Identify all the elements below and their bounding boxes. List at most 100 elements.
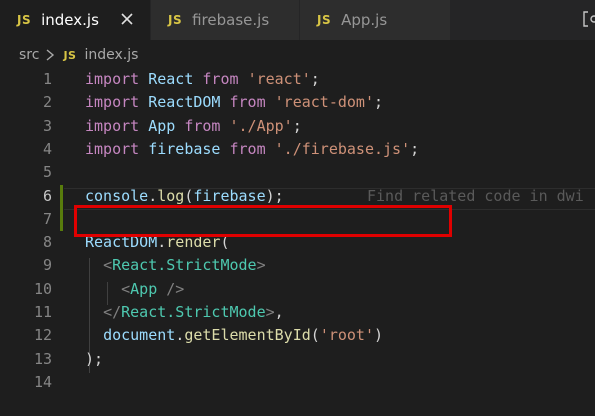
code-token: ; — [292, 116, 302, 135]
code-token: import — [85, 116, 140, 135]
line-number: 3 — [42, 116, 52, 135]
code-token: /> — [166, 279, 185, 298]
code-line[interactable]: 12 document.getElementById('root') — [0, 324, 595, 347]
code-editor[interactable]: 1 import React from 'react'; 2 import React… — [0, 68, 595, 416]
tab-label: index.js — [41, 11, 99, 29]
code-token: React.StrictMode — [121, 303, 266, 321]
code-token: App — [148, 116, 176, 135]
code-line[interactable]: 5 — [0, 161, 595, 184]
code-line[interactable]: 4 import firebase from './firebase.js'; — [0, 138, 595, 161]
line-number: 1 — [42, 70, 52, 88]
code-token: './firebase.js' — [274, 139, 411, 158]
code-token: from — [202, 70, 239, 88]
split-editor-icon[interactable] — [582, 10, 595, 28]
code-token: , — [274, 303, 284, 321]
code-token: ; — [310, 70, 320, 88]
code-text: ); — [85, 348, 103, 371]
code-token: 'react-dom' — [274, 93, 374, 112]
code-token: ( — [310, 326, 320, 345]
code-token: React.StrictMode — [112, 256, 257, 275]
js-file-icon: JS — [17, 13, 32, 27]
chevron-right-icon — [47, 49, 55, 61]
tab-app-js[interactable]: JS App.js — [300, 0, 450, 40]
code-line[interactable]: 3 import App from './App'; — [0, 115, 595, 138]
js-file-icon: JS — [168, 13, 183, 27]
tab-label: App.js — [341, 11, 388, 29]
code-token: document — [103, 326, 176, 345]
breadcrumb-folder[interactable]: src — [19, 47, 39, 63]
breadcrumb: src JS index.js — [0, 40, 595, 70]
code-token: ); — [85, 349, 104, 368]
code-line[interactable]: 10 <App /> — [0, 278, 595, 301]
code-text: import ReactDOM from 'react-dom'; — [85, 91, 383, 114]
line-number: 12 — [33, 326, 52, 345]
code-token: ); — [265, 186, 284, 205]
code-token: from — [229, 139, 266, 158]
code-line[interactable]: 2 import ReactDOM from 'react-dom'; — [0, 91, 595, 114]
code-token: 'root' — [319, 326, 374, 345]
editor-window: JS index.js JS firebase.js JS App.js src… — [0, 0, 595, 416]
code-text: <App /> — [85, 278, 184, 301]
code-token: import — [85, 139, 140, 158]
code-token: console — [85, 186, 149, 205]
code-token: './App' — [229, 116, 293, 135]
code-token: ) — [374, 326, 384, 345]
line-number: 10 — [33, 279, 52, 298]
code-token: 'react' — [247, 70, 311, 88]
code-token: log — [157, 186, 185, 205]
code-token: App — [130, 279, 158, 298]
code-token: </ — [103, 303, 122, 321]
code-token: React — [148, 70, 194, 88]
code-token: from — [184, 116, 221, 135]
code-token: import — [85, 70, 140, 88]
code-line[interactable]: 9 <React.StrictMode> — [0, 254, 595, 277]
js-file-icon: JS — [317, 13, 332, 27]
code-token: . — [148, 186, 158, 205]
line-number: 8 — [42, 233, 52, 252]
code-line[interactable]: 14 — [0, 371, 595, 394]
code-token: . — [175, 326, 185, 345]
annotation-highlight-box — [74, 205, 452, 237]
code-text: import App from './App'; — [85, 115, 302, 138]
code-text: <React.StrictMode> — [85, 254, 266, 277]
breadcrumb-file[interactable]: index.js — [84, 47, 138, 63]
line-number: 14 — [33, 372, 52, 391]
tab-index-js[interactable]: JS index.js — [0, 0, 150, 40]
code-line[interactable]: 1 import React from 'react'; — [0, 68, 595, 91]
line-number: 6 — [42, 186, 52, 205]
code-token: firebase — [193, 186, 266, 205]
code-line[interactable]: 11 </React.StrictMode>, — [0, 301, 595, 324]
close-icon[interactable] — [117, 9, 137, 29]
code-token: < — [103, 256, 113, 275]
line-number: 13 — [33, 349, 52, 368]
code-line[interactable]: 13); — [0, 348, 595, 371]
code-text: import firebase from './firebase.js'; — [85, 138, 419, 161]
code-token: > — [265, 303, 275, 321]
line-number: 2 — [42, 93, 52, 112]
line-number: 4 — [42, 139, 52, 158]
code-token: ReactDOM — [148, 93, 221, 112]
tab-label: firebase.js — [192, 11, 270, 29]
code-token: import — [85, 93, 140, 112]
code-token: > — [256, 256, 266, 275]
code-token: firebase — [148, 139, 221, 158]
code-token: from — [229, 93, 266, 112]
code-token: ; — [374, 93, 384, 112]
code-token: getElementById — [184, 326, 311, 345]
tab-firebase-js[interactable]: JS firebase.js — [151, 0, 299, 40]
tab-bar: JS index.js JS firebase.js JS App.js — [0, 0, 595, 40]
code-text: </React.StrictMode>, — [85, 301, 284, 324]
code-token: < — [121, 279, 131, 298]
